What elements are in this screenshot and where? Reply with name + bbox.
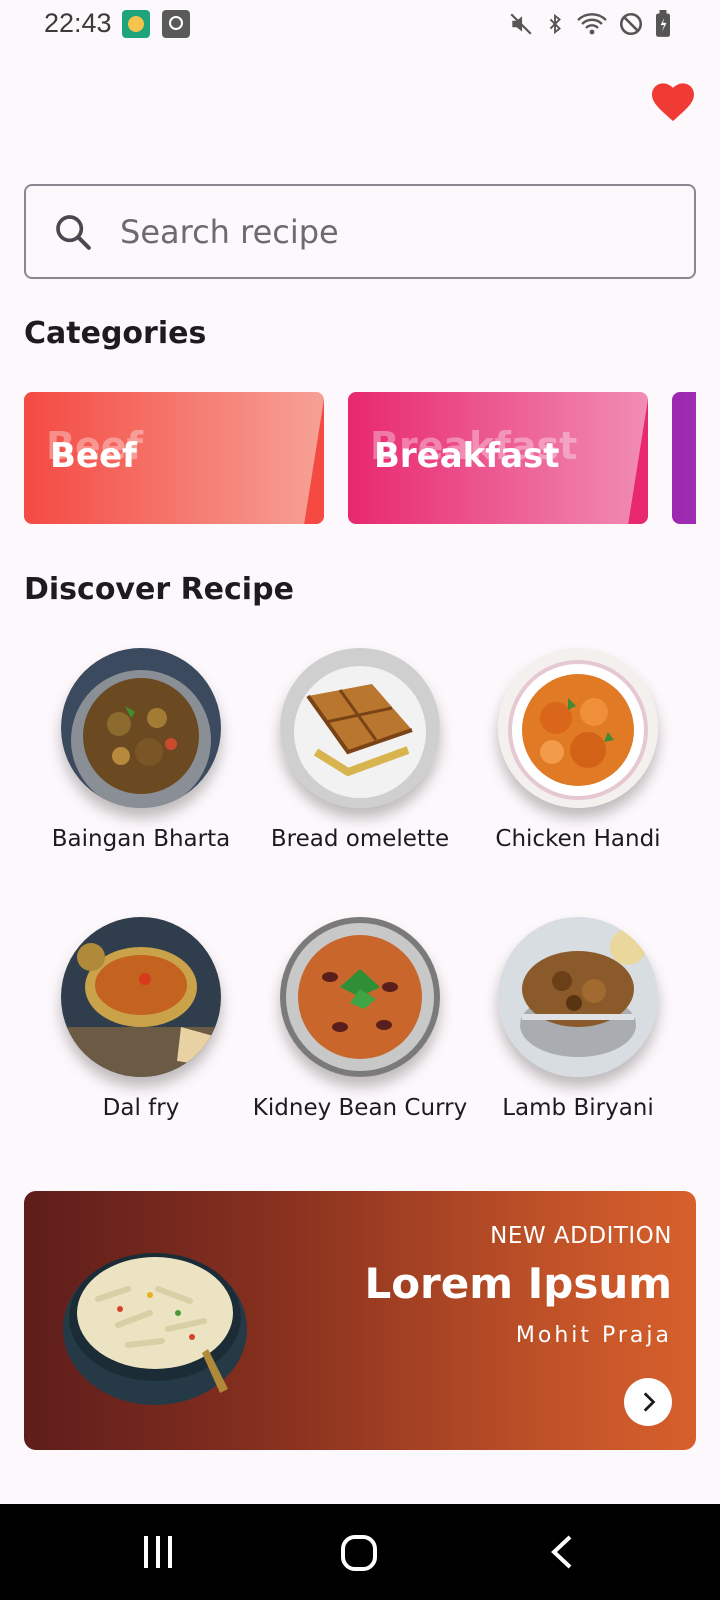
recipe-image	[498, 648, 658, 808]
clock-app-icon	[162, 10, 190, 38]
recipe-item-chicken-handi[interactable]: Chicken Handi	[468, 648, 688, 856]
categories-heading: Categories	[24, 316, 207, 351]
recipe-image	[61, 648, 221, 808]
category-label: Beef	[50, 436, 137, 476]
new-addition-banner[interactable]: NEW ADDITION Lorem Ipsum Mohit Praja	[24, 1191, 696, 1450]
category-card-beef[interactable]: Beef Beef	[24, 392, 324, 524]
search-box[interactable]	[24, 184, 696, 279]
do-not-disturb-icon	[619, 12, 643, 36]
recipe-item-kidney-bean-curry[interactable]: Kidney Bean Curry	[250, 917, 470, 1125]
banner-eyebrow: NEW ADDITION	[490, 1223, 672, 1249]
wifi-icon	[577, 13, 607, 35]
discover-heading: Discover Recipe	[24, 572, 294, 607]
recipe-name: Chicken Handi	[495, 826, 661, 852]
recipe-item-baingan-bharta[interactable]: Baingan Bharta	[31, 648, 251, 856]
bluetooth-icon	[549, 13, 561, 35]
recipe-name: Lamb Biryani	[502, 1095, 654, 1121]
recent-apps-icon[interactable]	[140, 1534, 176, 1570]
banner-open-button[interactable]	[624, 1378, 672, 1426]
chevron-right-icon	[643, 1392, 656, 1412]
search-icon	[56, 215, 91, 250]
recipe-name: Baingan Bharta	[51, 826, 231, 852]
battery-icon	[656, 10, 670, 37]
search-input[interactable]	[120, 206, 660, 258]
status-time: 22:43	[44, 8, 112, 38]
recipe-name: Dal fry	[102, 1095, 180, 1121]
favorites-button[interactable]	[650, 80, 696, 126]
recipe-image	[280, 917, 440, 1077]
recipe-name: Bread omelette	[270, 826, 450, 852]
category-card-next[interactable]	[672, 392, 696, 524]
category-label: Breakfast	[374, 436, 560, 476]
system-navigation-bar	[0, 1504, 720, 1600]
recipe-item-lamb-biryani[interactable]: Lamb Biryani	[468, 917, 688, 1125]
status-bar: 22:43	[0, 0, 720, 50]
back-icon[interactable]	[548, 1534, 576, 1570]
banner-author: Mohit Praja	[515, 1323, 672, 1348]
recipe-image	[498, 917, 658, 1077]
recipe-image	[61, 917, 221, 1077]
heart-icon	[652, 83, 694, 122]
category-card-breakfast[interactable]: Breakfast Breakfast	[348, 392, 648, 524]
category-stripe	[301, 392, 324, 524]
recipe-image	[280, 648, 440, 808]
categories-carousel[interactable]: Beef Beef Breakfast Breakfast	[24, 392, 696, 524]
mute-icon	[510, 13, 532, 35]
category-stripe	[625, 392, 648, 524]
app-notification-icon	[122, 10, 150, 38]
home-icon[interactable]	[340, 1534, 378, 1572]
recipe-item-bread-omelette[interactable]: Bread omelette	[250, 648, 470, 856]
banner-dish-image	[63, 1253, 247, 1405]
banner-title: Lorem Ipsum	[364, 1259, 672, 1308]
recipe-item-dal-fry[interactable]: Dal fry	[31, 917, 251, 1125]
status-icons	[508, 10, 672, 38]
recipe-name: Kidney Bean Curry	[252, 1095, 468, 1121]
